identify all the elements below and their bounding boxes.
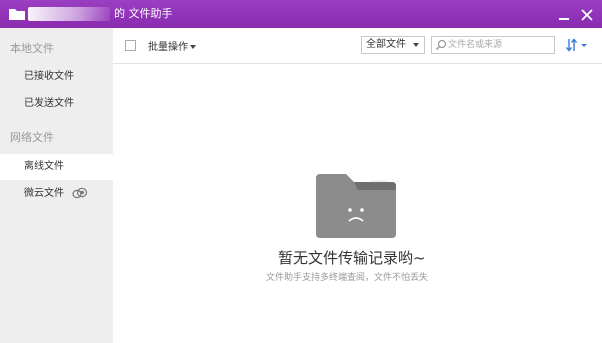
close-icon[interactable] [580, 8, 594, 22]
empty-state-title: 暂无文件传输记录哟~ [278, 249, 426, 267]
empty-state-subtitle: 文件助手支持多终端查阅，文件不怕丢失 [266, 273, 429, 283]
sidebar-item-sent[interactable]: 已发送文件 [0, 91, 113, 117]
select-all-checkbox[interactable] [125, 40, 136, 51]
search-input[interactable] [448, 38, 552, 52]
sidebar-group-local: 本地文件 [10, 42, 54, 55]
sidebar-item-offline[interactable]: 离线文件 [0, 154, 113, 180]
sort-icon[interactable] [565, 37, 589, 53]
cloud-icon [72, 187, 88, 199]
file-filter-select[interactable]: 全部文件 [361, 36, 425, 54]
window-title: 的 文件助手 [114, 7, 173, 20]
sidebar-item-weiyun[interactable]: 微云文件 [0, 181, 113, 207]
sidebar-item-received[interactable]: 已接收文件 [0, 64, 113, 90]
sad-folder-icon [316, 174, 396, 238]
batch-operation-label: 批量操作 [148, 42, 188, 53]
chevron-down-icon [413, 43, 419, 47]
sidebar-item-label: 已发送文件 [24, 98, 74, 109]
batch-operation-button[interactable]: 批量操作 [148, 38, 196, 53]
toolbar: 批量操作 全部文件 [113, 28, 602, 64]
sidebar-item-label: 离线文件 [24, 161, 64, 172]
search-icon [436, 39, 447, 50]
search-box[interactable] [431, 36, 555, 54]
sidebar-item-label: 已接收文件 [24, 71, 74, 82]
sidebar-item-label: 微云文件 [24, 188, 64, 199]
minimize-icon[interactable] [557, 8, 571, 22]
sidebar: 本地文件 已接收文件 已发送文件 网络文件 离线文件 微云文件 [0, 28, 113, 343]
sidebar-group-network: 网络文件 [10, 131, 54, 144]
title-bar: 的 文件助手 [0, 0, 602, 28]
file-filter-value: 全部文件 [366, 39, 406, 50]
username-redacted [28, 7, 110, 21]
chevron-down-icon [190, 45, 196, 49]
folder-icon [9, 9, 25, 20]
